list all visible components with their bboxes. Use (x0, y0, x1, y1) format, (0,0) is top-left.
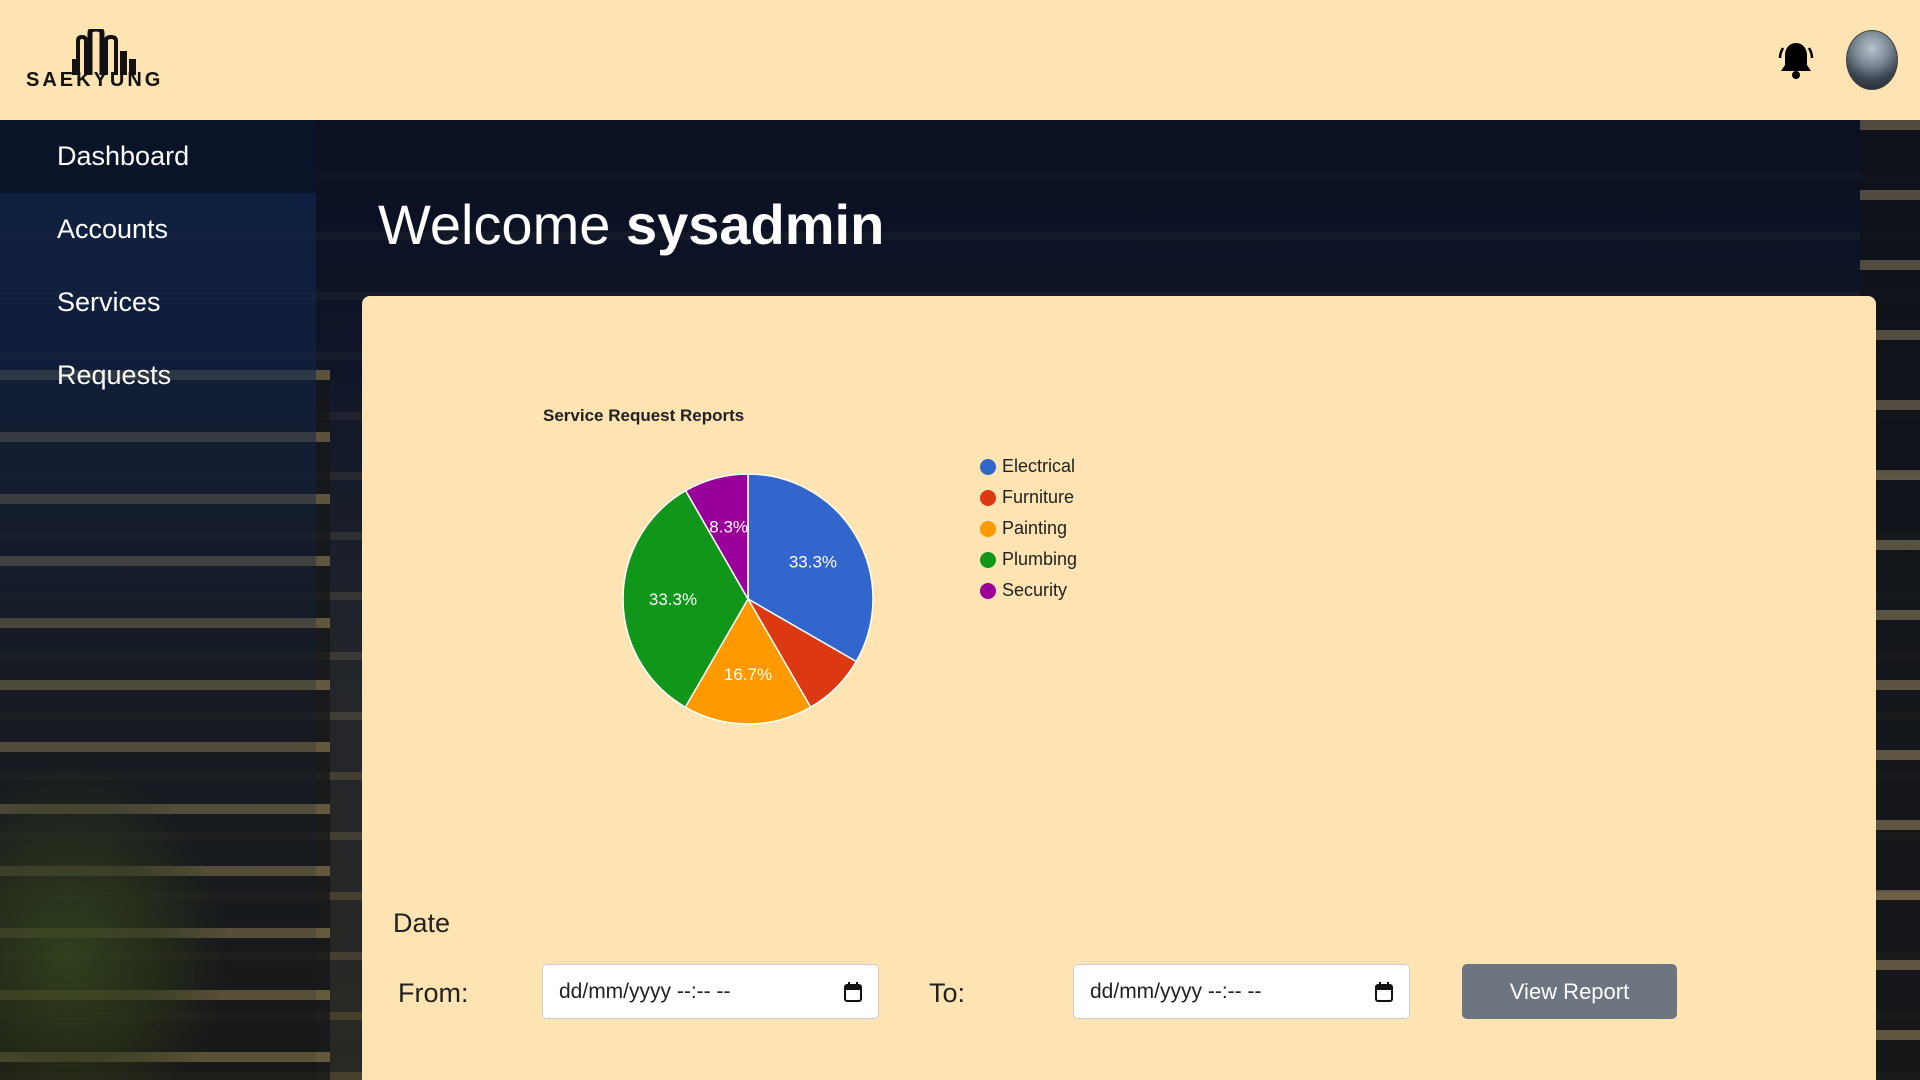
sidebar-item-label: Accounts (57, 214, 169, 244)
legend-label: Electrical (1002, 456, 1076, 476)
pie-slice-label: 8.3% (709, 518, 748, 537)
legend-item-electrical[interactable]: Electrical (980, 451, 1077, 482)
legend-item-painting[interactable]: Painting (980, 513, 1077, 544)
to-date-placeholder: dd/mm/yyyy --:-- -- (1090, 979, 1262, 1003)
legend-swatch (980, 489, 996, 506)
legend-label: Furniture (1002, 487, 1075, 507)
legend-item-security[interactable]: Security (980, 575, 1077, 606)
sidebar-item-label: Dashboard (57, 141, 190, 171)
calendar-icon[interactable] (1375, 981, 1393, 1002)
legend-item-plumbing[interactable]: Plumbing (980, 544, 1077, 575)
legend-swatch (980, 458, 996, 475)
chart-legend: Electrical Furniture Painting Plumbing Secur… (980, 451, 1077, 606)
sidebar-item-label: Requests (57, 360, 172, 390)
from-label: From: (398, 978, 469, 1008)
legend-swatch (980, 551, 996, 568)
from-date-placeholder: dd/mm/yyyy --:-- -- (559, 979, 731, 1003)
legend-item-furniture[interactable]: Furniture (980, 482, 1077, 513)
date-label: Date (393, 908, 451, 938)
welcome-greeting: Welcome (378, 193, 611, 256)
top-header: SAEKYUNG (0, 0, 1920, 120)
sidebar-item-label: Services (57, 287, 161, 317)
legend-label: Painting (1002, 518, 1068, 538)
legend-swatch (980, 520, 996, 537)
bell-icon[interactable] (1776, 40, 1816, 80)
view-report-button[interactable]: View Report (1462, 964, 1677, 1019)
calendar-icon[interactable] (844, 981, 862, 1002)
pie-chart: 33.3% 16.7% 33.3% 8.3% (622, 473, 874, 725)
pie-slice-label: 33.3% (649, 590, 697, 609)
sidebar-item-requests[interactable]: Requests (0, 339, 316, 412)
to-label: To: (929, 978, 966, 1008)
sidebar: Dashboard Accounts Services Requests (0, 120, 316, 1080)
pie-slice-label: 16.7% (724, 665, 772, 684)
sidebar-item-accounts[interactable]: Accounts (0, 193, 316, 266)
to-date-input[interactable]: dd/mm/yyyy --:-- -- (1073, 964, 1410, 1019)
pie-slice-label: 33.3% (789, 553, 837, 572)
logo[interactable]: SAEKYUNG (26, 28, 211, 92)
page-title: Welcome sysadmin (378, 192, 884, 257)
legend-label: Plumbing (1002, 549, 1078, 569)
report-card: Service Request Reports 33.3% 16.7% 33.3% 8… (362, 296, 1876, 1080)
sidebar-item-services[interactable]: Services (0, 266, 316, 339)
legend-label: Security (1002, 580, 1068, 600)
sidebar-item-dashboard[interactable]: Dashboard (0, 120, 316, 193)
logo-text: SAEKYUNG (26, 68, 164, 91)
avatar[interactable] (1846, 30, 1898, 90)
welcome-username: sysadmin (625, 193, 885, 256)
legend-swatch (980, 582, 996, 599)
from-date-input[interactable]: dd/mm/yyyy --:-- -- (542, 964, 879, 1019)
